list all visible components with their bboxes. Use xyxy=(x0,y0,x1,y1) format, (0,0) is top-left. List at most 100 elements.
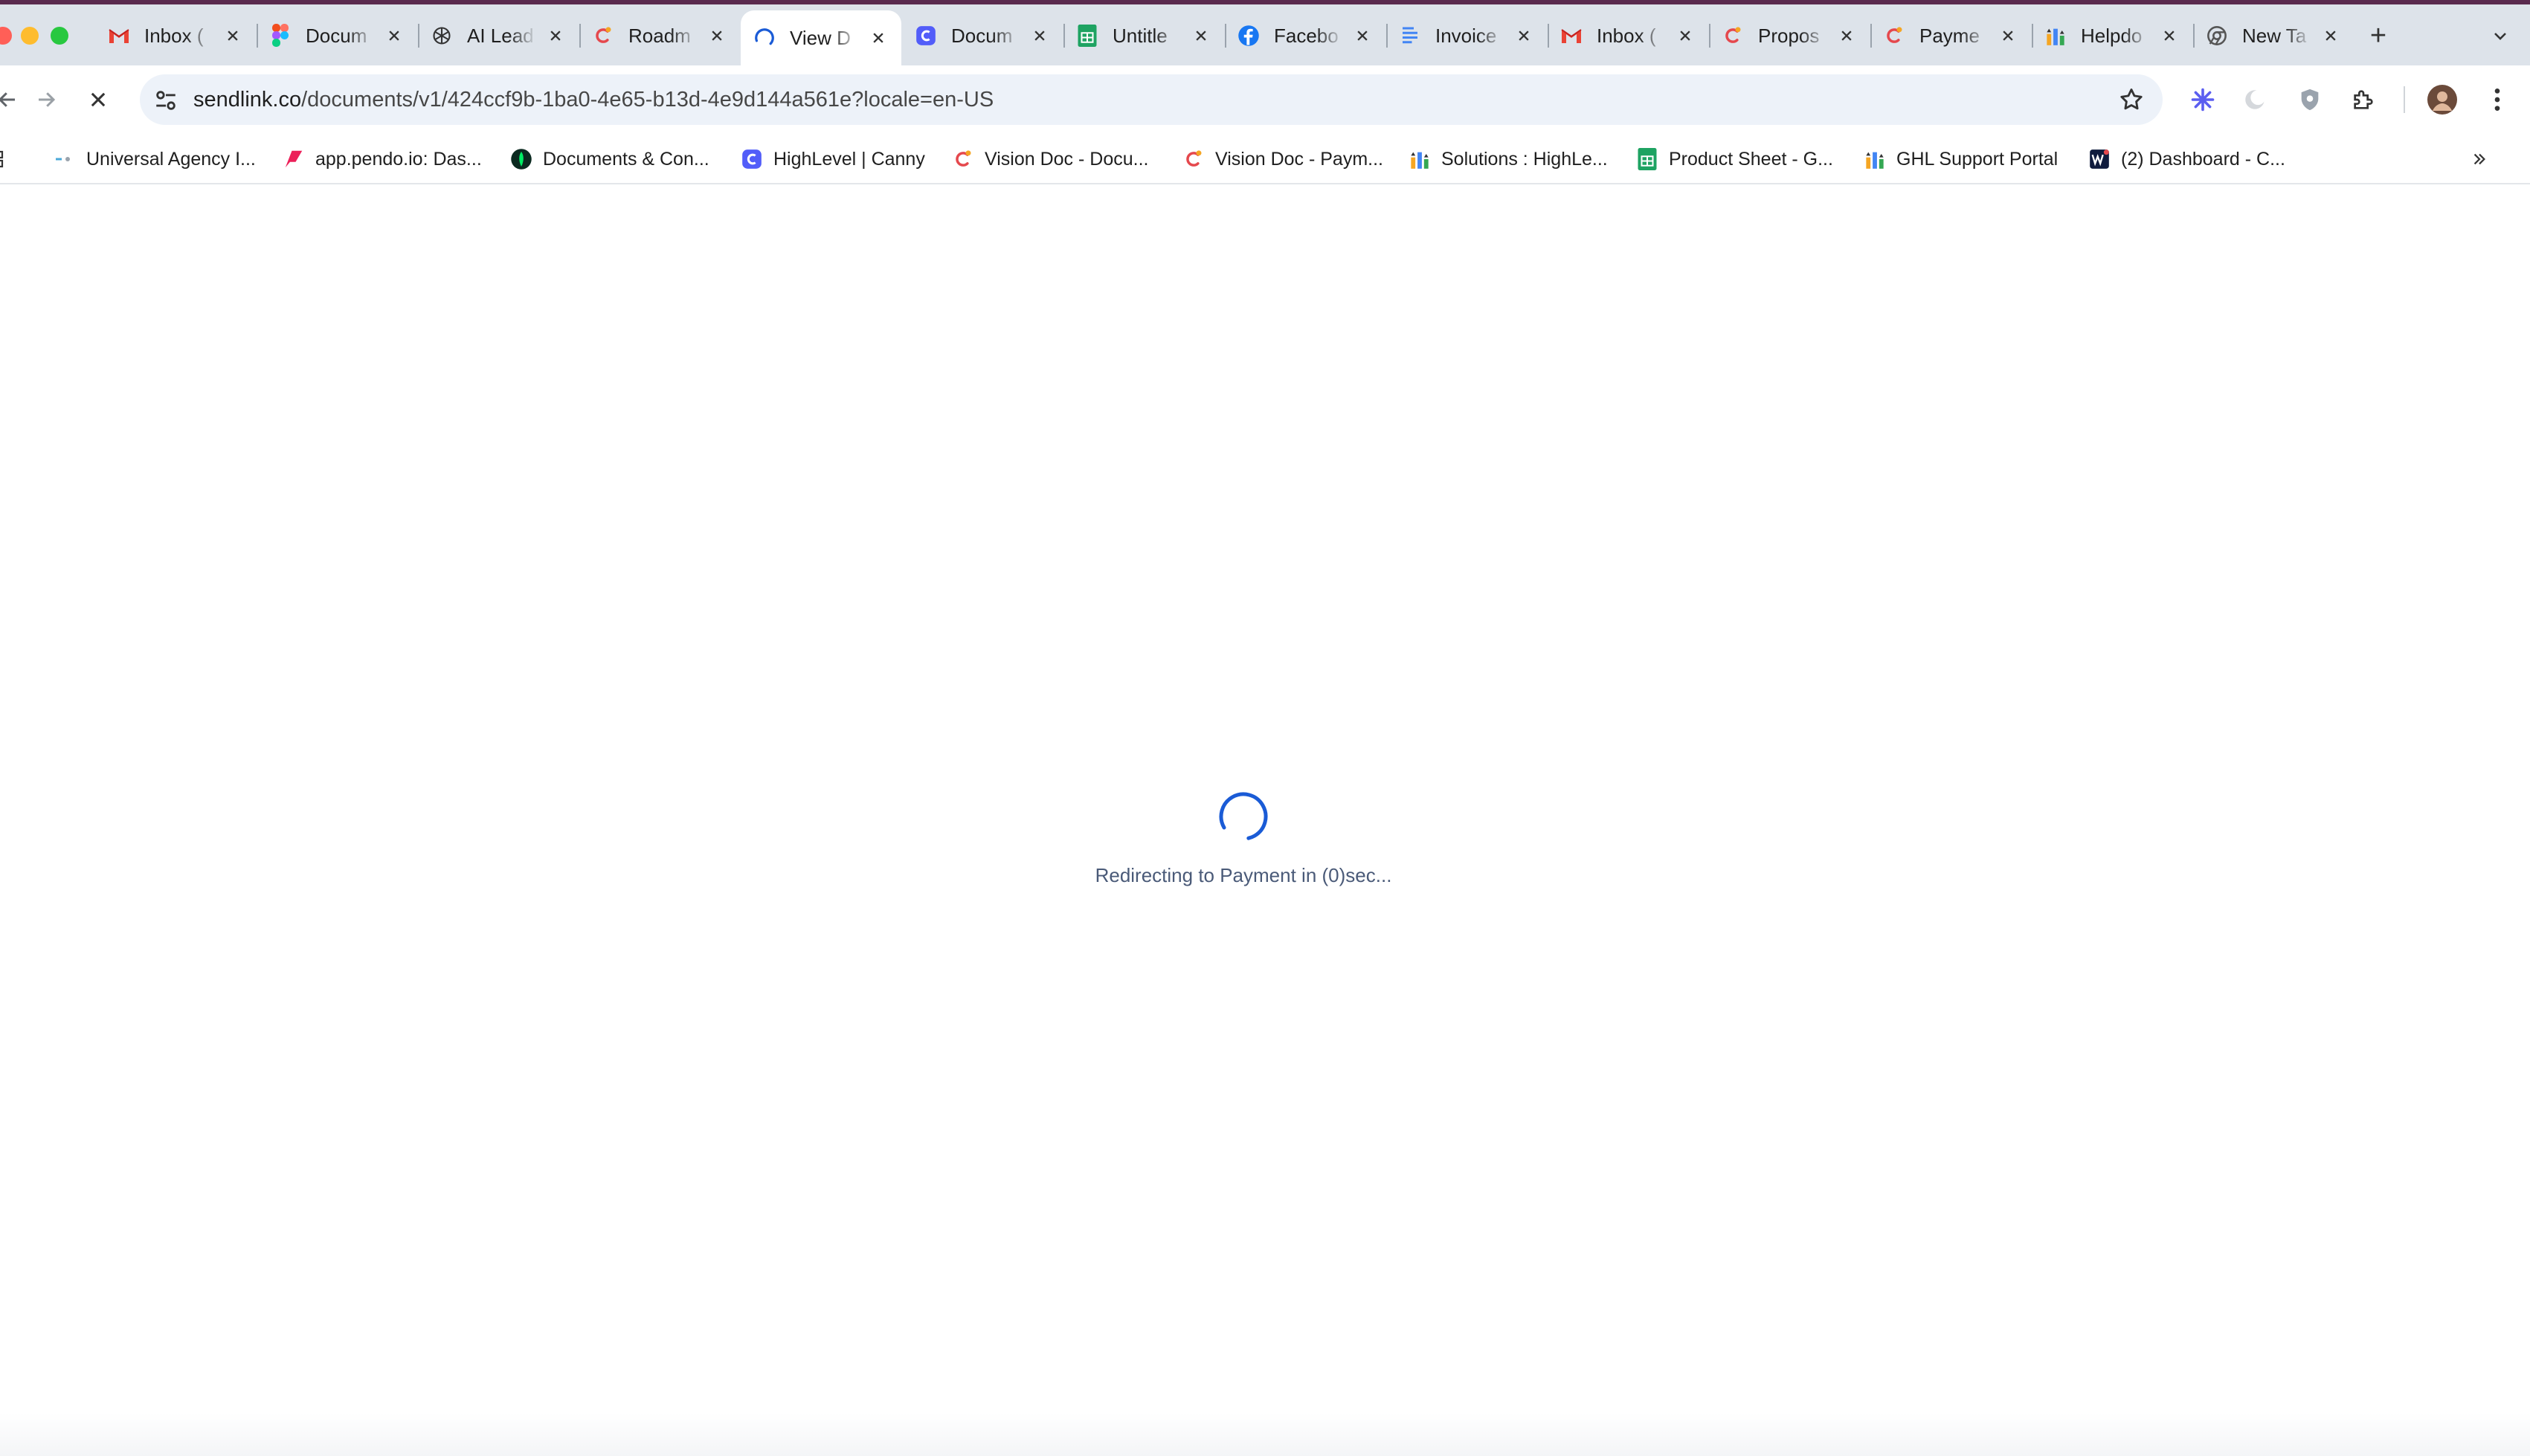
tab-title: Inbox ( xyxy=(1597,24,1656,47)
redirect-status-text: Redirecting to Payment in (0)sec... xyxy=(1095,864,1392,886)
bookmark-label: GHL Support Portal xyxy=(1896,148,2059,170)
minimize-window-button[interactable] xyxy=(21,27,39,45)
tab-title: New Ta xyxy=(2242,24,2307,47)
tab[interactable]: Facebo xyxy=(1225,13,1385,58)
forward-button[interactable] xyxy=(28,82,64,117)
apps-grid-icon[interactable] xyxy=(0,150,12,172)
tab-search-button[interactable] xyxy=(2485,21,2515,51)
ghl-chart-icon xyxy=(2044,24,2067,48)
url-path: /documents/v1/424ccf9b-1ba0-4e65-b13d-4e… xyxy=(301,88,994,112)
tab[interactable]: Invoice xyxy=(1386,13,1547,58)
highlevel-icon xyxy=(952,148,974,170)
bookmark-item[interactable]: Solutions : HighLe... xyxy=(1409,144,1608,174)
toolbar: sendlink.co/documents/v1/424ccf9b-1ba0-4… xyxy=(0,65,2530,134)
tab-title: Helpdo xyxy=(2081,24,2143,47)
tab-close-icon[interactable] xyxy=(1835,25,1858,47)
canny-icon xyxy=(914,24,938,48)
highlevel-icon xyxy=(1182,148,1205,170)
bookmark-label: Product Sheet - G... xyxy=(1669,148,1833,170)
tab[interactable]: Inbox ( xyxy=(1548,13,1708,58)
url-text[interactable]: sendlink.co/documents/v1/424ccf9b-1ba0-4… xyxy=(193,74,994,125)
profile-avatar[interactable] xyxy=(2427,85,2457,115)
tab-title: Docum xyxy=(306,24,367,47)
browser-menu-kebab-icon[interactable] xyxy=(2482,85,2512,115)
tab[interactable]: Docum xyxy=(257,13,417,58)
new-tab-button[interactable]: + xyxy=(2363,21,2393,51)
ghl-chart-icon xyxy=(1864,148,1886,170)
tab[interactable]: Propos xyxy=(1709,13,1870,58)
tab[interactable]: Roadm xyxy=(579,13,740,58)
tab[interactable]: View D xyxy=(741,10,901,65)
extensions-puzzle-icon[interactable] xyxy=(2349,85,2378,115)
tab-close-icon[interactable] xyxy=(1997,25,2019,47)
tab-title: AI Lead xyxy=(467,24,534,47)
tab-title: Payme xyxy=(1919,24,1980,47)
tab[interactable]: Untitle xyxy=(1063,13,1224,58)
bookmark-item[interactable]: HighLevel | Canny xyxy=(741,144,925,174)
google-docs-icon xyxy=(1398,24,1422,48)
bookmark-label: Solutions : HighLe... xyxy=(1441,148,1608,170)
bookmark-label: Documents & Con... xyxy=(543,148,709,170)
tab-close-icon[interactable] xyxy=(2158,25,2180,47)
tab-close-icon[interactable] xyxy=(1513,25,1535,47)
tab-close-icon[interactable] xyxy=(1029,25,1051,47)
mongodb-icon xyxy=(510,148,532,170)
facebook-icon xyxy=(1237,24,1261,48)
tab[interactable]: Helpdo xyxy=(2032,13,2192,58)
gmail-icon xyxy=(107,24,131,48)
canny-icon xyxy=(741,148,763,170)
zoom-window-button[interactable] xyxy=(51,27,68,45)
back-button[interactable] xyxy=(0,82,25,117)
arrow-left-icon xyxy=(0,92,15,107)
bookmark-item[interactable]: Universal Agency I... xyxy=(54,144,256,174)
stop-loading-button[interactable] xyxy=(80,82,116,117)
more-bookmarks-chevron-icon[interactable] xyxy=(2466,146,2493,173)
tab-close-icon[interactable] xyxy=(706,25,728,47)
tab[interactable]: AI Lead xyxy=(418,13,579,58)
bookmark-item[interactable]: app.pendo.io: Das... xyxy=(283,144,482,174)
tab[interactable]: Inbox ( xyxy=(95,13,256,58)
tab-close-icon[interactable] xyxy=(1674,25,1696,47)
bookmark-star-icon[interactable] xyxy=(2118,86,2145,113)
google-sheets-icon xyxy=(1636,148,1658,170)
tab[interactable]: New Ta xyxy=(2193,13,2354,58)
site-settings-icon[interactable] xyxy=(153,88,178,113)
arrow-right-icon xyxy=(39,92,56,107)
tab-close-icon[interactable] xyxy=(544,25,567,47)
tab-close-icon[interactable] xyxy=(2320,25,2342,47)
loading-spinner-icon xyxy=(1219,792,1268,841)
tab[interactable]: Payme xyxy=(1870,13,2031,58)
extension-sparkle-icon[interactable] xyxy=(2188,85,2218,115)
bookmark-item[interactable]: GHL Support Portal xyxy=(1864,144,2058,174)
tab-close-icon[interactable] xyxy=(1351,25,1374,47)
tab-close-icon[interactable] xyxy=(867,27,889,49)
figma-icon xyxy=(268,24,292,48)
extension-moon-icon[interactable] xyxy=(2240,85,2270,115)
tab-strip: Inbox ( Docum AI Lead Roadm View D Docum Untit… xyxy=(0,0,2530,65)
bookmark-item[interactable]: Vision Doc - Paym... xyxy=(1182,144,1383,174)
address-bar[interactable]: sendlink.co/documents/v1/424ccf9b-1ba0-4… xyxy=(140,74,2163,125)
close-icon xyxy=(91,92,106,107)
tab-close-icon[interactable] xyxy=(1190,25,1212,47)
tab-title: Roadm xyxy=(628,24,691,47)
bookmark-item[interactable]: (2) Dashboard - C... xyxy=(2088,144,2285,174)
bookmark-label: Vision Doc - Docu... xyxy=(985,148,1149,170)
bookmark-label: HighLevel | Canny xyxy=(773,148,925,170)
toolbar-divider xyxy=(2404,86,2405,113)
close-window-button[interactable] xyxy=(0,27,12,45)
highlevel-icon xyxy=(1882,24,1906,48)
dashboard-icon xyxy=(2088,148,2111,170)
extension-shield-icon[interactable] xyxy=(2295,85,2325,115)
tab-title: Docum xyxy=(951,24,1013,47)
bookmark-label: (2) Dashboard - C... xyxy=(2121,148,2285,170)
highlevel-icon xyxy=(591,24,615,48)
tab-close-icon[interactable] xyxy=(222,25,244,47)
tab-close-icon[interactable] xyxy=(383,25,405,47)
bookmark-item[interactable]: Documents & Con... xyxy=(510,144,709,174)
tab-title: Invoice xyxy=(1435,24,1497,47)
tab[interactable]: Docum xyxy=(902,13,1063,58)
chevron-down-icon xyxy=(2494,33,2506,40)
bookmark-item[interactable]: Product Sheet - G... xyxy=(1636,144,1833,174)
bookmark-item[interactable]: Vision Doc - Docu... xyxy=(952,144,1148,174)
tab-title: Inbox ( xyxy=(144,24,204,47)
